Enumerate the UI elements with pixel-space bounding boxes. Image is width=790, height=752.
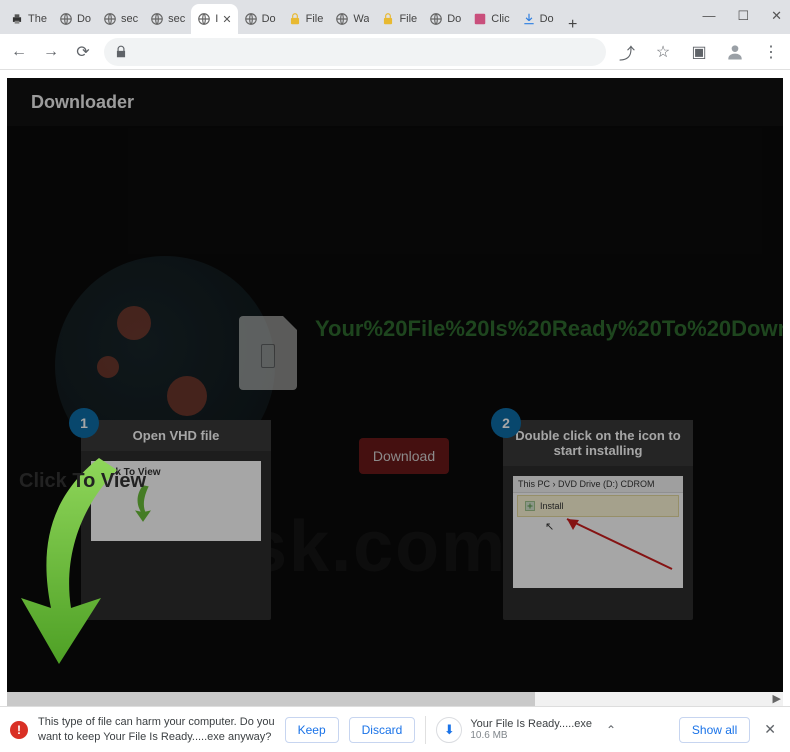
window-close[interactable]: ✕: [771, 8, 782, 24]
browser-tab[interactable]: Clic: [467, 4, 515, 34]
watermark-dot: [117, 306, 151, 340]
red-arrow-icon: [557, 514, 677, 574]
explorer-breadcrumb: This PC › DVD Drive (D:) CDROM: [513, 476, 683, 493]
address-bar[interactable]: [104, 38, 606, 66]
cursor-icon: ↖: [545, 520, 554, 533]
nav-reload[interactable]: ⟳: [72, 41, 94, 63]
download-button[interactable]: Download: [359, 438, 449, 474]
tab-label: I: [215, 13, 218, 25]
browser-tab[interactable]: I✕: [191, 4, 237, 34]
browser-tab[interactable]: Do: [423, 4, 467, 34]
tab-label: Wa: [353, 13, 369, 25]
tab-label: sec: [168, 13, 185, 25]
download-item[interactable]: ⬇ Your File Is Ready.....exe 10.6 MB ⌃: [436, 717, 622, 743]
nav-forward[interactable]: →: [40, 41, 62, 63]
tab-label: Do: [262, 13, 276, 25]
click-to-view-label: Click To View: [19, 470, 146, 493]
window-maximize[interactable]: ☐: [737, 8, 749, 24]
headline-text: Your%20File%20Is%20Ready%20To%20Down: [315, 316, 783, 342]
browser-tab[interactable]: File: [282, 4, 330, 34]
browser-tab[interactable]: sec: [144, 4, 191, 34]
warning-line-1: This type of file can harm your computer…: [38, 715, 275, 730]
site-banner: Downloader: [7, 78, 783, 126]
warning-icon: !: [10, 721, 28, 739]
watermark-dot: [167, 376, 207, 416]
tab-favicon-icon: [335, 12, 349, 26]
tab-favicon-icon: [197, 12, 211, 26]
browser-tab[interactable]: File: [375, 4, 423, 34]
watermark-text: sk.com: [247, 506, 507, 588]
extensions-icon[interactable]: ▣: [688, 41, 710, 63]
installer-icon: [524, 500, 536, 512]
browser-tab[interactable]: Wa: [329, 4, 375, 34]
crumb-drive: DVD Drive (D:) CDROM: [558, 479, 655, 489]
step-card-2: 2 Double click on the icon to start inst…: [503, 420, 693, 620]
tab-favicon-icon: [150, 12, 164, 26]
tab-favicon-icon: [473, 12, 487, 26]
tab-favicon-icon: [429, 12, 443, 26]
tab-favicon-icon: [244, 12, 258, 26]
step-badge-1: 1: [69, 408, 99, 438]
warning-text: This type of file can harm your computer…: [38, 715, 275, 745]
new-tab-button[interactable]: +: [560, 16, 586, 34]
browser-tab[interactable]: Do: [53, 4, 97, 34]
download-shelf: ! This type of file can harm your comput…: [0, 706, 790, 752]
profile-avatar-icon[interactable]: [724, 41, 746, 63]
browser-tab[interactable]: Do: [516, 4, 560, 34]
show-all-button[interactable]: Show all: [679, 717, 750, 743]
discard-button[interactable]: Discard: [349, 717, 416, 743]
tab-close-icon[interactable]: ✕: [222, 13, 231, 26]
download-file-icon: ⬇: [436, 717, 462, 743]
scrollbar-thumb[interactable]: [7, 692, 535, 706]
zip-file-icon: [239, 316, 297, 390]
tab-label: File: [399, 13, 417, 25]
tab-favicon-icon: [10, 12, 24, 26]
page-viewport: Downloader sk.com Your%20File%20Is%20Rea…: [7, 78, 783, 692]
browser-tab[interactable]: Do: [238, 4, 282, 34]
horizontal-scrollbar[interactable]: ▶: [7, 692, 783, 706]
tab-label: File: [306, 13, 324, 25]
tab-label: The: [28, 13, 47, 25]
browser-tab[interactable]: The: [4, 4, 53, 34]
close-shelf-icon[interactable]: ✕: [760, 721, 780, 738]
tab-label: Clic: [491, 13, 509, 25]
share-icon[interactable]: ⤴: [616, 41, 638, 63]
tab-label: Do: [77, 13, 91, 25]
step-title-1: Open VHD file: [81, 420, 271, 451]
crumb-this-pc: This PC: [518, 479, 550, 489]
tab-favicon-icon: [522, 12, 536, 26]
install-label: Install: [540, 501, 564, 511]
download-size: 10.6 MB: [470, 730, 592, 741]
tab-label: Do: [447, 13, 461, 25]
nav-back[interactable]: ←: [8, 41, 30, 63]
step-badge-2: 2: [491, 408, 521, 438]
keep-button[interactable]: Keep: [285, 717, 339, 743]
bookmark-star-icon[interactable]: ☆: [652, 41, 674, 63]
scrollbar-right-arrow[interactable]: ▶: [773, 692, 781, 705]
watermark-dot: [97, 356, 119, 378]
tab-favicon-icon: [288, 12, 302, 26]
download-filename: Your File Is Ready.....exe: [470, 718, 592, 730]
step-title-2: Double click on the icon to start instal…: [503, 420, 693, 466]
kebab-menu-icon[interactable]: ⋮: [760, 41, 782, 63]
step2-screenshot: This PC › DVD Drive (D:) CDROM Install ↖: [513, 476, 683, 588]
lock-icon: [114, 45, 128, 59]
browser-tab[interactable]: sec: [97, 4, 144, 34]
tab-label: Do: [540, 13, 554, 25]
tab-favicon-icon: [59, 12, 73, 26]
warning-line-2: want to keep Your File Is Ready.....exe …: [38, 730, 275, 745]
browser-toolbar: ← → ⟳ ⤴ ☆ ▣ ⋮: [0, 34, 790, 70]
tab-strip: TheDosecsecI✕DoFileWaFileDoClicDo+: [0, 0, 790, 34]
tab-favicon-icon: [381, 12, 395, 26]
site-title: Downloader: [31, 92, 134, 113]
divider: [425, 716, 426, 744]
window-minimize[interactable]: —: [702, 8, 715, 24]
tab-label: sec: [121, 13, 138, 25]
tab-favicon-icon: [103, 12, 117, 26]
download-chevron-icon[interactable]: ⌃: [600, 723, 622, 737]
